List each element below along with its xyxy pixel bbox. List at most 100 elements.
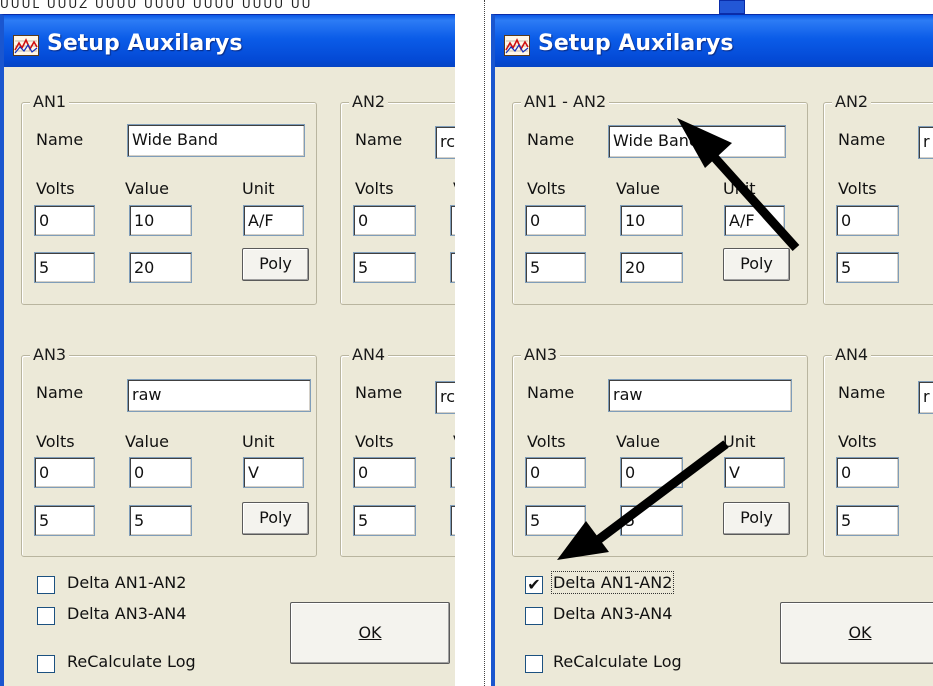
an1-poly-button[interactable]: Poly xyxy=(242,248,309,281)
volts-label: Volts xyxy=(36,179,75,198)
an3-value-high-input[interactable]: 5 xyxy=(620,505,683,536)
an3-volts-high-input[interactable]: 5 xyxy=(525,505,586,536)
background-window-strip: UUUL UUUZ UUUU UUUU UUUU UUUU UU xyxy=(0,0,455,14)
an4-volts-low-input[interactable]: 0 xyxy=(836,457,899,488)
delta-an1-an2-checkbox[interactable] xyxy=(37,576,55,594)
an4-volts-high-input[interactable]: 5 xyxy=(836,505,899,536)
an4-legend: AN4 xyxy=(832,345,872,364)
name-label: Name xyxy=(36,383,84,402)
title-bar[interactable]: Setup Auxilarys xyxy=(4,15,455,67)
an1-volts-high-input[interactable]: 5 xyxy=(34,252,95,283)
an1-unit-input[interactable]: A/F xyxy=(243,205,304,236)
an3-legend: AN3 xyxy=(30,345,70,364)
name-label: Name xyxy=(36,130,84,149)
an2-value-low-input[interactable] xyxy=(450,205,455,236)
an2-legend: AN2 xyxy=(832,92,872,111)
value-label-partial: V xyxy=(453,179,455,198)
delta-an1-an2-checkbox[interactable]: ✔ xyxy=(525,576,543,594)
setup-auxilarys-dialog: Setup Auxilarys AN1 Name Wide Band Volts… xyxy=(0,14,455,686)
an2-volts-low-input[interactable]: 0 xyxy=(353,205,416,236)
an2-name-input[interactable]: r xyxy=(918,126,933,159)
delta-an3-an4-label[interactable]: Delta AN3-AN4 xyxy=(553,604,672,623)
an1-volts-low-input[interactable]: 0 xyxy=(525,205,586,236)
an2-value-high-input[interactable] xyxy=(450,252,455,283)
an3-group: AN3 Name raw Volts Value Unit 0 0 V 5 5 … xyxy=(512,345,808,557)
an3-poly-button[interactable]: Poly xyxy=(723,502,790,535)
value-label: Value xyxy=(125,179,169,198)
an1-an2-legend: AN1 - AN2 xyxy=(521,92,610,111)
an1-group: AN1 Name Wide Band Volts Value Unit 0 10… xyxy=(21,92,317,305)
value-label-partial: V xyxy=(453,432,455,451)
an1-name-input[interactable]: Wide Band xyxy=(127,124,305,157)
an1-name-input[interactable]: Wide Band xyxy=(608,125,786,158)
an2-volts-low-input[interactable]: 0 xyxy=(836,205,899,236)
an2-name-input[interactable]: rc xyxy=(435,126,455,159)
an3-volts-high-input[interactable]: 5 xyxy=(34,505,95,536)
an1-volts-low-input[interactable]: 0 xyxy=(34,205,95,236)
an1-value-low-input[interactable]: 10 xyxy=(620,205,683,236)
an1-value-low-input[interactable]: 10 xyxy=(129,205,192,236)
title-bar[interactable]: Setup Auxilarys xyxy=(495,15,933,67)
ok-button[interactable]: OK xyxy=(290,602,450,664)
delta-an1-an2-label[interactable]: Delta AN1-AN2 xyxy=(67,573,186,592)
an4-volts-low-input[interactable]: 0 xyxy=(353,457,416,488)
an3-name-input[interactable]: raw xyxy=(127,379,311,412)
an3-volts-low-input[interactable]: 0 xyxy=(34,457,95,488)
recalculate-log-label[interactable]: ReCalculate Log xyxy=(67,652,196,671)
an2-legend: AN2 xyxy=(349,92,389,111)
an3-unit-input[interactable]: V xyxy=(243,457,304,488)
volts-label: Volts xyxy=(355,179,394,198)
an4-value-high-input[interactable] xyxy=(450,505,455,536)
recalculate-log-label[interactable]: ReCalculate Log xyxy=(553,652,682,671)
name-label: Name xyxy=(527,130,575,149)
value-label: Value xyxy=(616,432,660,451)
chart-app-icon xyxy=(504,35,530,56)
an3-poly-button[interactable]: Poly xyxy=(242,502,309,535)
dialog-title: Setup Auxilarys xyxy=(538,31,734,56)
an1-value-high-input[interactable]: 20 xyxy=(129,252,192,283)
an3-name-input[interactable]: raw xyxy=(608,379,792,412)
background-window-strip xyxy=(491,0,933,14)
an3-value-low-input[interactable]: 0 xyxy=(620,457,683,488)
ok-button[interactable]: OK xyxy=(780,602,933,664)
name-label: Name xyxy=(527,383,575,402)
recalculate-log-checkbox[interactable] xyxy=(37,655,55,673)
an3-volts-low-input[interactable]: 0 xyxy=(525,457,586,488)
an1-volts-high-input[interactable]: 5 xyxy=(525,252,586,283)
delta-an3-an4-label[interactable]: Delta AN3-AN4 xyxy=(67,604,186,623)
an4-legend: AN4 xyxy=(349,345,389,364)
an4-volts-high-input[interactable]: 5 xyxy=(353,505,416,536)
unit-label: Unit xyxy=(242,179,275,198)
an3-legend: AN3 xyxy=(521,345,561,364)
name-label: Name xyxy=(355,383,403,402)
an4-group: AN4 Name r Volts 0 5 xyxy=(823,345,933,557)
name-label: Name xyxy=(838,383,886,402)
unit-label: Unit xyxy=(723,179,756,198)
an1-legend: AN1 xyxy=(30,92,70,111)
an1-unit-input[interactable]: A/F xyxy=(724,205,785,236)
an3-group: AN3 Name raw Volts Value Unit 0 0 V 5 5 … xyxy=(21,345,317,557)
an1-poly-button[interactable]: Poly xyxy=(723,248,790,281)
right-screenshot: Setup Auxilarys AN1 - AN2 Name Wide Band… xyxy=(491,0,933,686)
delta-an3-an4-checkbox[interactable] xyxy=(525,607,543,625)
an2-volts-high-input[interactable]: 5 xyxy=(353,252,416,283)
an4-name-input[interactable]: r xyxy=(918,381,933,414)
delta-an3-an4-checkbox[interactable] xyxy=(37,607,55,625)
an3-value-high-input[interactable]: 5 xyxy=(129,505,192,536)
an3-unit-input[interactable]: V xyxy=(724,457,785,488)
chart-app-icon xyxy=(13,35,39,56)
highlight-marker xyxy=(719,0,745,14)
an4-value-low-input[interactable] xyxy=(450,457,455,488)
an4-name-input[interactable]: rc xyxy=(435,381,455,414)
recalculate-log-checkbox[interactable] xyxy=(525,655,543,673)
volts-label: Volts xyxy=(838,432,877,451)
volts-label: Volts xyxy=(527,179,566,198)
panel-separator xyxy=(484,0,485,686)
an1-value-high-input[interactable]: 20 xyxy=(620,252,683,283)
an2-volts-high-input[interactable]: 5 xyxy=(836,252,899,283)
unit-label: Unit xyxy=(242,432,275,451)
value-label: Value xyxy=(616,179,660,198)
delta-an1-an2-label[interactable]: Delta AN1-AN2 xyxy=(550,571,675,594)
an3-value-low-input[interactable]: 0 xyxy=(129,457,192,488)
name-label: Name xyxy=(838,130,886,149)
